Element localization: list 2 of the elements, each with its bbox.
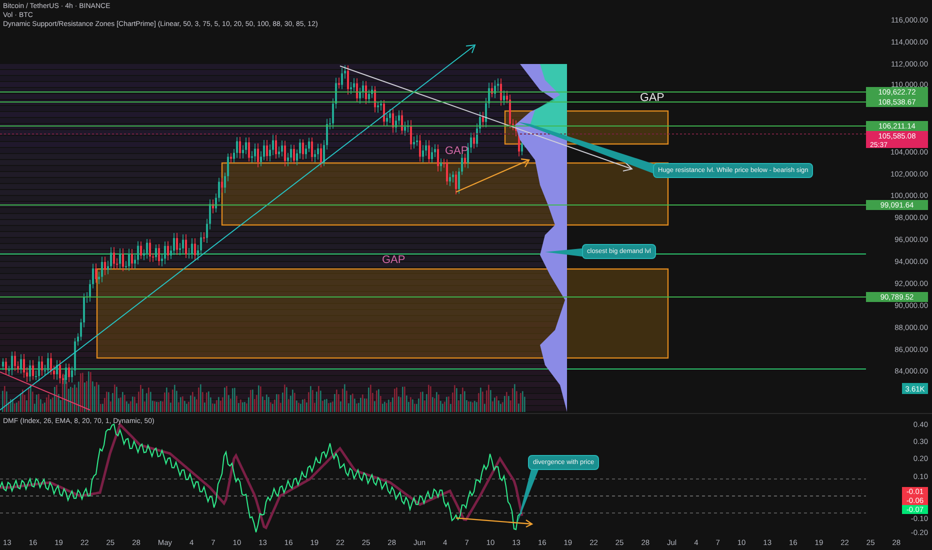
- gap-label: GAP: [382, 254, 406, 266]
- gap-label: GAP: [640, 92, 664, 104]
